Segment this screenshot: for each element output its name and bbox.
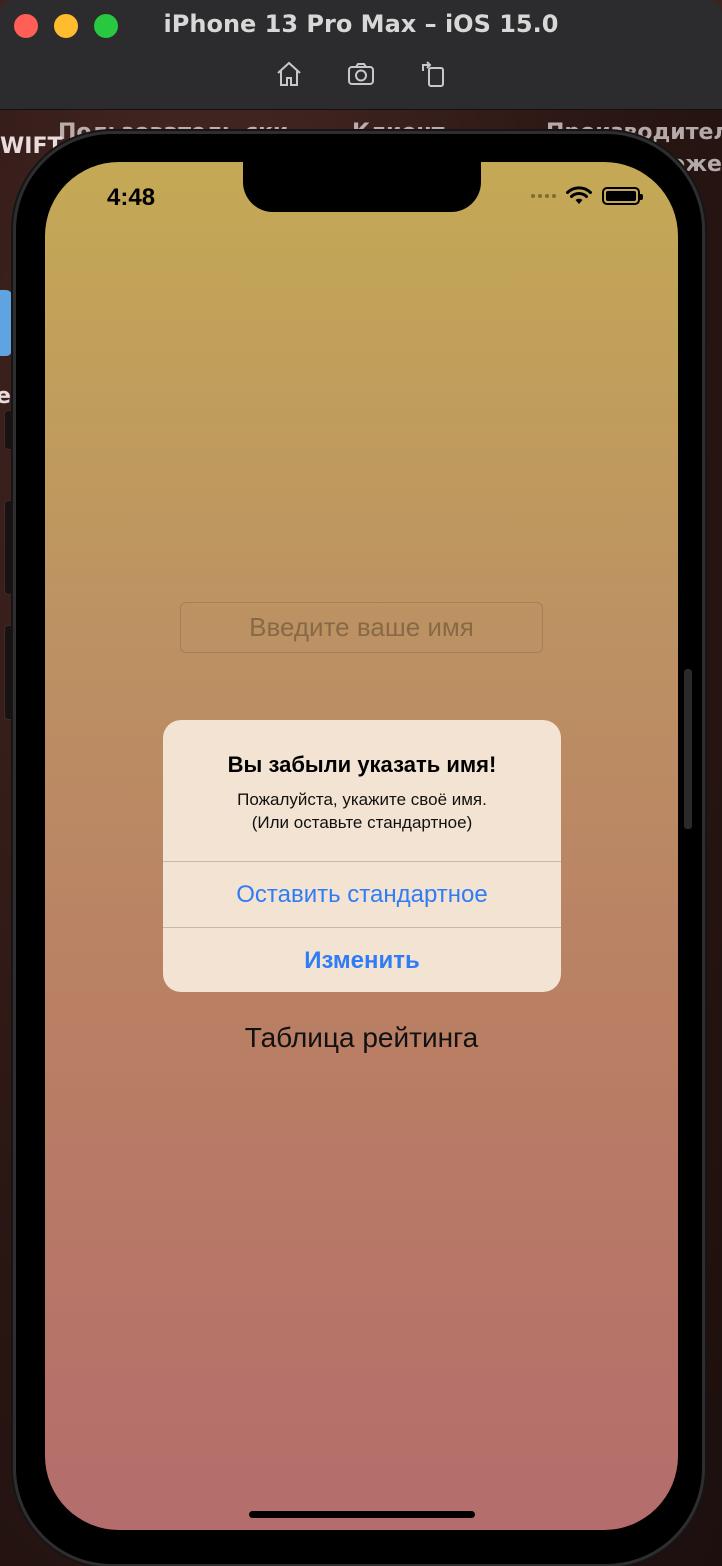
- home-button[interactable]: [273, 58, 305, 90]
- alert-actions: Оставить стандартное Изменить: [163, 861, 561, 992]
- cellular-signal-icon: [531, 194, 556, 198]
- rotate-icon: [422, 61, 444, 87]
- status-time: 4:48: [107, 184, 156, 211]
- rating-table-button[interactable]: Таблица рейтинга: [45, 1022, 678, 1054]
- desktop-blue-tab: [0, 290, 12, 356]
- simulator-toolbar: [0, 58, 722, 90]
- notch: [243, 162, 481, 212]
- home-icon: [277, 61, 301, 86]
- home-indicator[interactable]: [249, 1511, 475, 1518]
- alert-message: Пожалуйста, укажите своё имя. (Или остав…: [237, 790, 487, 832]
- app-screen: 4:48 Таблица рейтинга Вы забыли указать …: [45, 162, 678, 1530]
- phone-side-button: [684, 669, 692, 829]
- rotate-button[interactable]: [417, 58, 449, 90]
- change-button[interactable]: Изменить: [163, 927, 561, 992]
- battery-icon: [602, 187, 643, 205]
- simulator-titlebar: iPhone 13 Pro Max – iOS 15.0: [0, 0, 722, 110]
- status-icons: [531, 186, 643, 206]
- alert-dialog: Вы забыли указать имя! Пожалуйста, укажи…: [163, 720, 561, 992]
- simulator-title: iPhone 13 Pro Max – iOS 15.0: [163, 10, 559, 38]
- alert-title: Вы забыли указать имя!: [227, 752, 497, 777]
- wifi-icon: [566, 186, 592, 204]
- camera-icon: [348, 63, 374, 85]
- screenshot-button[interactable]: [345, 58, 377, 90]
- name-input[interactable]: [180, 602, 543, 653]
- keep-default-button[interactable]: Оставить стандартное: [163, 861, 561, 927]
